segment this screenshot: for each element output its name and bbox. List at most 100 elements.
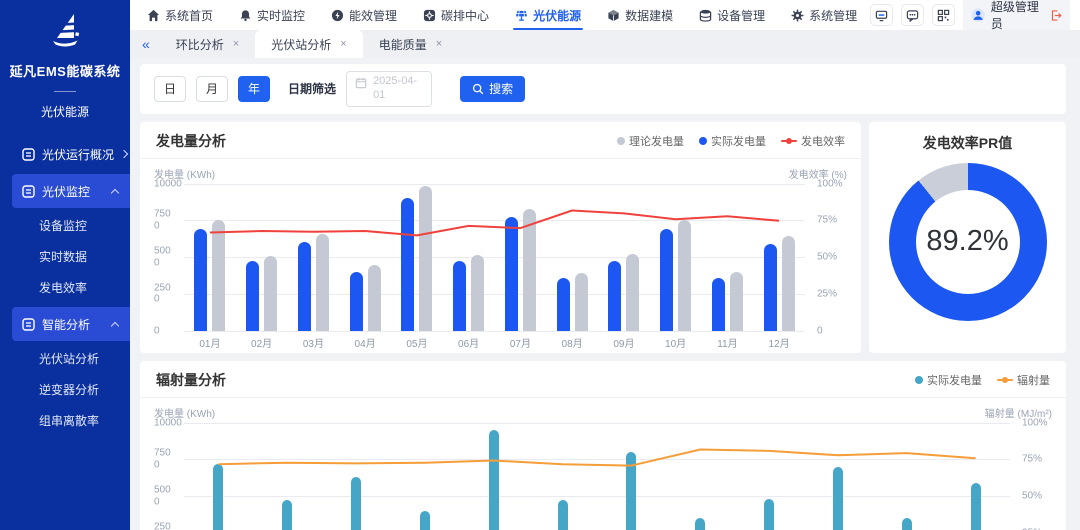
pr-card-title: 发电效率PR值 bbox=[869, 122, 1066, 153]
sidebar-menu: 光伏运行概况 光伏监控 设备监控 实时数据 发电效率 智能分析 光伏站分析 逆变… bbox=[0, 134, 130, 530]
app-subtitle: 光伏能源 bbox=[0, 103, 130, 120]
bar-理论发电量 bbox=[264, 256, 277, 331]
message-icon bbox=[906, 9, 919, 22]
bar-实际发电量 bbox=[764, 244, 777, 331]
sidebar-item-inverter-analysis[interactable]: 逆变器分析 bbox=[0, 375, 130, 406]
solar-icon bbox=[515, 9, 528, 22]
nav-item-energy-efficiency[interactable]: 能效管理 bbox=[318, 0, 410, 30]
tab-huanbi-analysis[interactable]: 环比分析 × bbox=[160, 30, 255, 58]
qrcode-icon-button[interactable] bbox=[932, 4, 955, 26]
bar-理论发电量 bbox=[471, 255, 484, 331]
doc-icon bbox=[22, 318, 35, 331]
search-button[interactable]: 搜索 bbox=[460, 76, 525, 102]
nav-label: 数据建模 bbox=[625, 7, 673, 24]
gridline bbox=[184, 496, 1010, 497]
sidebar-item-pv-station-analysis[interactable]: 光伏站分析 bbox=[0, 344, 130, 375]
bar-实际发电量 bbox=[350, 272, 363, 330]
gridline bbox=[184, 184, 805, 185]
user-name: 超级管理员 bbox=[991, 0, 1045, 32]
nav-item-home[interactable]: 系统首页 bbox=[134, 0, 226, 30]
search-label: 搜索 bbox=[489, 80, 513, 97]
close-icon[interactable]: × bbox=[340, 38, 346, 50]
x-tick: 01月 bbox=[199, 335, 220, 350]
legend-label: 实际发电量 bbox=[711, 133, 766, 149]
y-axis-right-ticks: 100%75%50%25%0 bbox=[1010, 423, 1052, 530]
nav-label: 设备管理 bbox=[717, 7, 765, 24]
sidebar-item-generation-efficiency[interactable]: 发电效率 bbox=[0, 273, 130, 304]
legend-item-实际发电量[interactable]: 实际发电量 bbox=[699, 133, 766, 149]
legend-item-理论发电量[interactable]: 理论发电量 bbox=[617, 133, 684, 149]
pr-donut-chart: 89.2% bbox=[889, 163, 1047, 321]
y-tick-right: 50% bbox=[817, 251, 837, 263]
y-tick-right: 100% bbox=[817, 178, 843, 190]
legend-label: 辐射量 bbox=[1017, 372, 1050, 388]
top-nav: 系统首页 实时监控 能效管理 碳排中心 光伏能源 数据建模 设备管理 系统管理 bbox=[130, 0, 1080, 30]
tab-label: 环比分析 bbox=[176, 36, 224, 53]
bar-实际发电量 bbox=[282, 500, 292, 530]
bar-理论发电量 bbox=[419, 186, 432, 330]
date-value: 2025-04-01 bbox=[373, 75, 423, 103]
y-tick-left: 250 0 bbox=[154, 521, 171, 530]
sidebar-item-pv-monitoring[interactable]: 光伏监控 bbox=[12, 174, 130, 208]
y-tick-left: 10000 bbox=[154, 178, 182, 190]
legend-label: 实际发电量 bbox=[927, 372, 982, 388]
legend-line-marker bbox=[781, 140, 797, 142]
radiation-chart: 发电量 (KWh) 辐射量 (MJ/m²) 10000750 0500 0250… bbox=[140, 398, 1066, 530]
bar-实际发电量 bbox=[764, 499, 774, 530]
nav-item-solar-energy[interactable]: 光伏能源 bbox=[502, 0, 594, 30]
nav-item-realtime-monitoring[interactable]: 实时监控 bbox=[226, 0, 318, 30]
y-tick-left: 10000 bbox=[154, 417, 182, 429]
calendar-icon bbox=[355, 77, 367, 89]
nav-item-data-modeling[interactable]: 数据建模 bbox=[594, 0, 686, 30]
bar-实际发电量 bbox=[608, 261, 621, 331]
doc-icon bbox=[22, 148, 35, 161]
close-icon[interactable]: × bbox=[233, 38, 239, 50]
nav-item-device-management[interactable]: 设备管理 bbox=[686, 0, 778, 30]
collapse-tabs-icon[interactable]: « bbox=[142, 36, 150, 52]
sidebar-item-smart-analysis[interactable]: 智能分析 bbox=[12, 307, 130, 341]
message-icon-button[interactable] bbox=[901, 4, 924, 26]
tab-label: 电能质量 bbox=[379, 36, 427, 53]
server-icon bbox=[699, 9, 712, 22]
avatar-icon bbox=[971, 7, 985, 23]
legend-item-发电效率[interactable]: 发电效率 bbox=[781, 133, 845, 149]
nav-item-system-management[interactable]: 系统管理 bbox=[778, 0, 870, 30]
monitor-icon bbox=[875, 9, 888, 22]
sidebar-item-device-monitoring[interactable]: 设备监控 bbox=[0, 211, 130, 242]
period-day-button[interactable]: 日 bbox=[154, 76, 186, 102]
nav-item-carbon-center[interactable]: 碳排中心 bbox=[410, 0, 502, 30]
x-axis-labels: 01月02月03月04月05月06月07月08月09月10月11月12月 bbox=[184, 333, 805, 349]
period-month-button[interactable]: 月 bbox=[196, 76, 228, 102]
sidebar-item-realtime-data[interactable]: 实时数据 bbox=[0, 242, 130, 273]
bar-实际发电量 bbox=[298, 242, 311, 331]
y-axis-right-ticks: 100%75%50%25%0 bbox=[805, 184, 847, 331]
x-tick: 12月 bbox=[769, 335, 790, 350]
nav-label: 能效管理 bbox=[349, 7, 397, 24]
legend-dot-marker bbox=[699, 137, 707, 145]
gridline bbox=[184, 423, 1010, 424]
tab-pv-station-analysis[interactable]: 光伏站分析 × bbox=[255, 30, 362, 58]
y-tick-left: 750 0 bbox=[154, 448, 171, 471]
legend-item-实际发电量[interactable]: 实际发电量 bbox=[915, 372, 982, 388]
x-tick: 08月 bbox=[562, 335, 583, 350]
sidebar-item-pv-overview[interactable]: 光伏运行概况 bbox=[0, 137, 130, 171]
monitor-icon-button[interactable] bbox=[870, 4, 893, 26]
chart-title: 辐射量分析 bbox=[156, 370, 226, 390]
sidebar-item-string-dispersion[interactable]: 组串离散率 bbox=[0, 406, 130, 437]
y-tick-left: 500 0 bbox=[154, 246, 171, 269]
plot-area bbox=[184, 423, 1010, 530]
logout-icon[interactable] bbox=[1050, 9, 1062, 22]
close-icon[interactable]: × bbox=[436, 38, 442, 50]
bar-实际发电量 bbox=[401, 198, 414, 330]
legend-item-辐射量[interactable]: 辐射量 bbox=[997, 372, 1050, 388]
tab-power-quality[interactable]: 电能质量 × bbox=[363, 30, 458, 58]
bar-理论发电量 bbox=[730, 272, 743, 330]
gridline bbox=[184, 331, 805, 332]
x-tick: 05月 bbox=[406, 335, 427, 350]
period-year-button[interactable]: 年 bbox=[238, 76, 270, 102]
bar-实际发电量 bbox=[505, 217, 518, 331]
doc-icon bbox=[22, 185, 35, 198]
date-input[interactable]: 2025-04-01 bbox=[346, 71, 432, 107]
bar-理论发电量 bbox=[316, 234, 329, 330]
bar-实际发电量 bbox=[712, 278, 725, 331]
